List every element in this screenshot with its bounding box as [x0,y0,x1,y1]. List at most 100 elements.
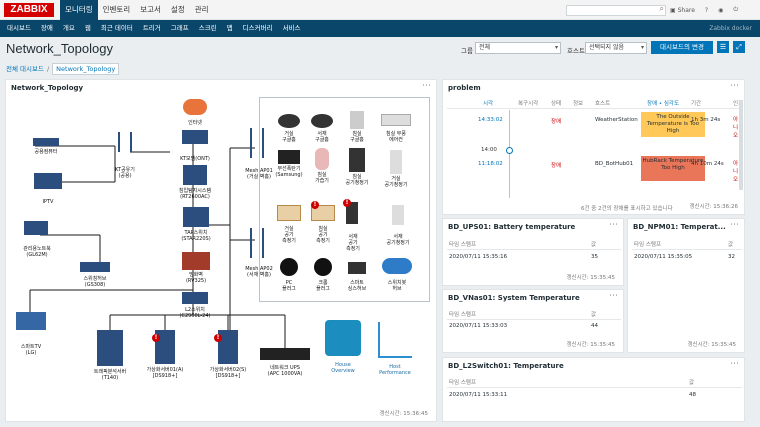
item-widget-vnas: BD_VNas01: System Temperature ⋯ 타임 스탬프 값… [442,289,624,353]
problem-host[interactable]: BD_BotHub01 [595,161,633,167]
vm-server-2-label: 가상화서버02(S) [DS918+] [209,367,247,379]
scrollbar[interactable] [739,100,743,190]
device-label: 거실 공기 측정기 [282,226,296,244]
hub-label: 스위칭허브 (GS308) [83,276,107,288]
item-widget-footer: 갱신시간: 15:35:45 [687,342,736,348]
widget-menu-icon[interactable]: ⋯ [730,220,739,230]
speaker-icon[interactable] [311,114,333,128]
col-timestamp: 타임 스탬프 [449,242,477,248]
computer-icon[interactable] [33,138,59,146]
col-value: 값 [689,380,695,386]
air-conditioner-icon[interactable] [381,114,411,126]
problem-time[interactable]: 11:18:02 [478,161,503,167]
server-icon[interactable] [97,330,123,366]
widget-menu-icon[interactable]: ⋯ [609,291,618,301]
plug-icon[interactable] [280,258,298,276]
item-widget-title: BD_UPS01: Battery temperature [448,223,576,231]
tap-switch-label: TAP스위치 (STAR220S) [181,230,211,242]
hub-icon[interactable] [348,262,366,274]
ids-label: 침입탐지시스템 (RT2600AC) [178,188,212,200]
device-label: PC 플러그 [282,280,296,292]
device-label: 침실 공기 측정기 [316,226,330,244]
device-label: 스마트 싱스허브 [347,280,367,292]
widget-menu-icon[interactable]: ⋯ [730,359,739,369]
sensor-icon[interactable] [277,205,301,221]
item-widget-ups: BD_UPS01: Battery temperature ⋯ 타임 스탬프 값… [442,218,624,286]
humidifier-icon[interactable] [315,148,329,170]
problem-host[interactable]: WeatherStation [595,117,638,123]
public-computer-label: 공용컴퓨터 [34,149,58,155]
air-purifier-icon[interactable] [349,148,365,172]
divider [447,387,742,388]
col-host: 호스트 [595,101,611,107]
speaker-icon[interactable] [350,111,364,129]
cloud-icon[interactable] [382,258,412,274]
smart-tv-icon[interactable] [16,312,46,330]
device-label: 침실 가습기 [315,172,329,184]
item-timestamp: 2020/07/11 15:33:11 [449,392,508,398]
col-info: 정보 [573,101,584,107]
timeline [509,110,510,198]
item-timestamp: 2020/07/11 15:33:03 [449,323,508,329]
mesh-ap-icon[interactable] [250,228,264,258]
col-duration: 기간 [691,101,702,107]
col-problem-severity[interactable]: 장애 • 심각도 [647,99,679,107]
laptop-label: 관리용노트북 (GL62M) [23,246,51,258]
problem-summary: 6건 중 2건의 장애를 표시하고 있습니다 [581,206,673,212]
item-value: 44 [591,323,598,329]
kt-ap-label: KT공유기 (공용) [115,167,135,179]
item-widget-footer: 갱신시간: 15:35:45 [566,275,615,281]
wifi-router-icon[interactable] [118,132,132,152]
problem-duration: 1h 3m 24s [691,117,721,123]
warning-icon: ! [152,334,160,342]
item-timestamp: 2020/07/11 15:35:16 [449,254,508,260]
house-overview-label: House Overview [331,362,355,374]
firewall-label: 방화벽 (RV325) [185,272,207,284]
item-timestamp: 2020/07/11 15:35:05 [634,254,693,260]
col-time[interactable]: 시각 [483,99,493,107]
cloud-icon[interactable] [183,99,207,115]
problem-duration: 4h 10m 24s [691,161,724,167]
performance-chart-icon[interactable] [378,322,412,358]
firewall-icon[interactable] [183,165,207,185]
hub-icon[interactable] [80,262,110,272]
device-label: 거실 구글홈 [282,131,296,143]
l2-switch-icon[interactable] [182,292,208,304]
ups-icon[interactable] [260,348,310,360]
col-status: 상태 [551,101,562,107]
widget-menu-icon[interactable]: ⋯ [730,81,739,91]
air-purifier-icon[interactable] [392,205,404,225]
device-label: 거실 공기청정기 [384,176,408,188]
internet-label: 인터넷 [188,120,202,126]
iptv-icon[interactable] [34,173,62,189]
item-value: 32 [728,254,735,260]
router-icon[interactable] [278,150,300,164]
divider [447,319,621,320]
problem-severity-cell[interactable]: The Outside Temperature is Too High [641,112,705,137]
mesh-ap-icon[interactable] [250,128,264,158]
brick-wall-icon[interactable] [182,252,210,270]
kt-modem-label: KT모뎀(ONT) [180,156,210,162]
device-label: 서재 공기청정기 [386,234,410,246]
item-value: 48 [689,392,696,398]
laptop-icon[interactable] [24,221,48,235]
widget-menu-icon[interactable]: ⋯ [609,220,618,230]
item-widget-title: BD_VNas01: System Temperature [448,294,580,302]
device-label: 침실 무풍 에어컨 [386,131,406,143]
house-overview-icon[interactable] [325,320,361,356]
speaker-icon[interactable] [278,114,300,128]
plug-icon[interactable] [314,258,332,276]
problem-time[interactable]: 14:33:02 [478,117,503,123]
problem-widget: problem ⋯ 시각 복구시각 상태 정보 호스트 장애 • 심각도 기간 … [442,79,745,215]
tap-switch-icon[interactable] [183,207,209,227]
item-widget-title: BD_NPM01: Temperat... [633,223,726,231]
air-purifier-icon[interactable] [390,150,402,174]
smart-tv-label: 스마트TV (LG) [20,344,42,356]
modem-icon[interactable] [182,130,208,144]
warning-icon: ! [311,201,319,209]
problem-severity-cell[interactable]: HubRack Temperature Too High [641,156,705,181]
col-recovery-time: 복구시각 [518,101,539,107]
col-value: 값 [728,242,734,248]
item-widget-title: BD_L2Switch01: Temperature [448,362,564,370]
problem-widget-footer: 갱신시간: 15:36:26 [689,204,738,210]
